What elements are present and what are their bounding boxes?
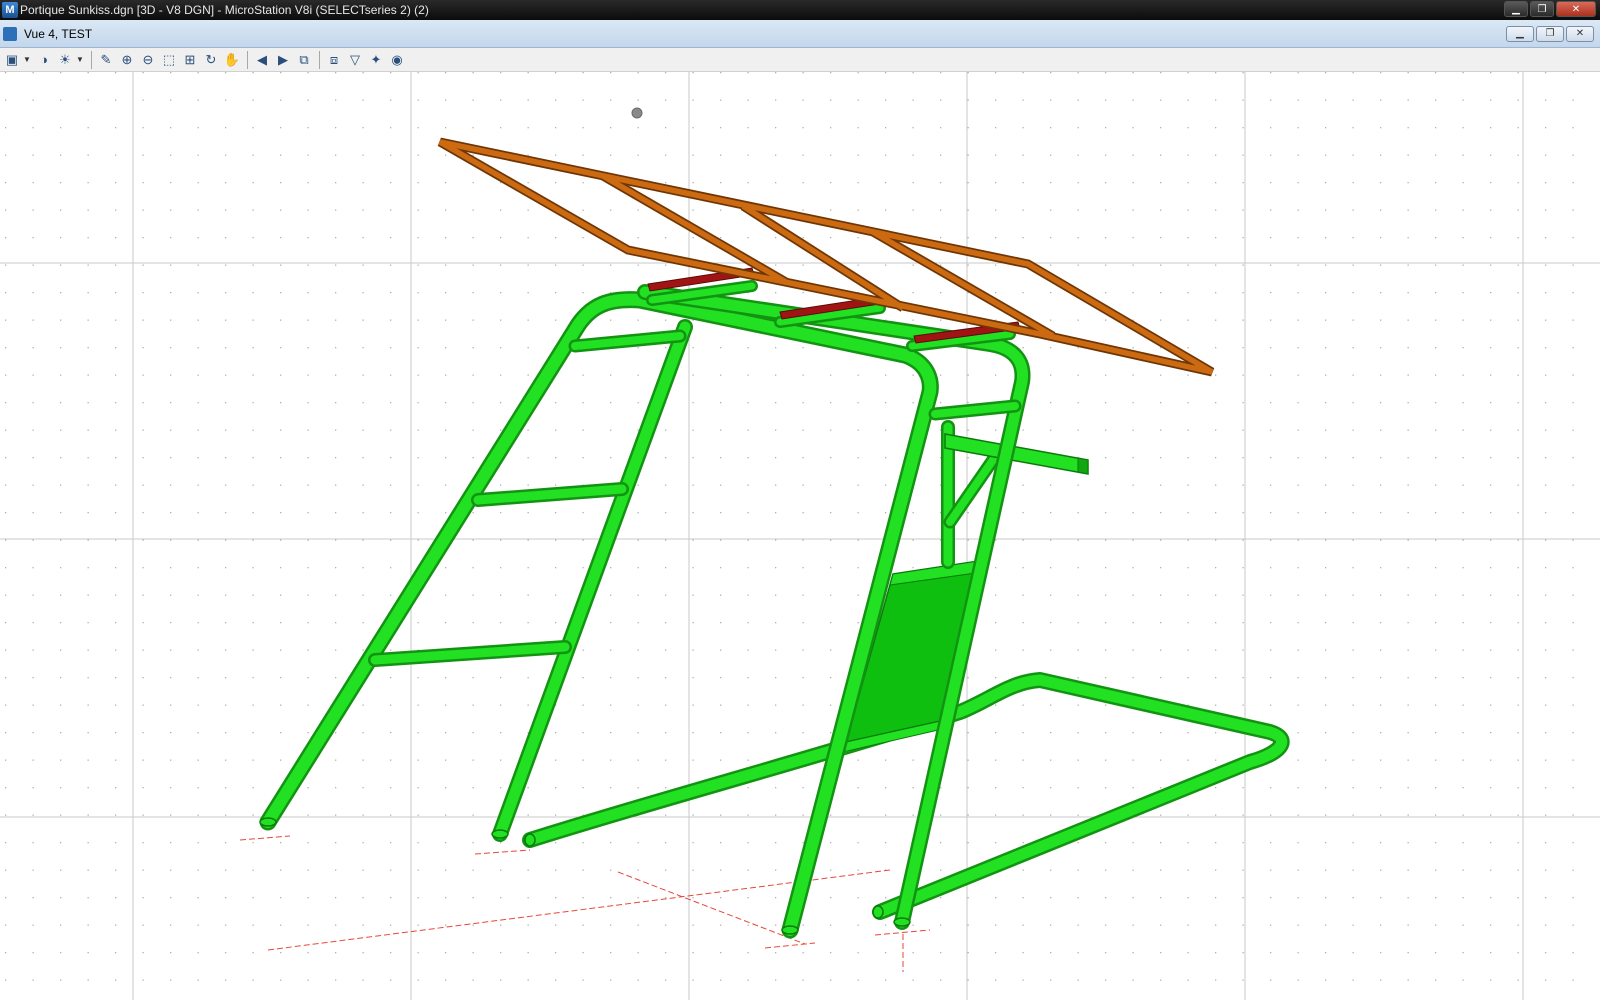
- view-next-icon[interactable]: ▶: [273, 50, 293, 70]
- drawing-viewport[interactable]: [0, 72, 1600, 1000]
- window-area-icon[interactable]: ⬚: [159, 50, 179, 70]
- display-style-icon[interactable]: ◑: [34, 50, 54, 70]
- view-window-controls: ▁ ❐ ✕: [1506, 26, 1594, 42]
- view-previous-icon[interactable]: ◀: [252, 50, 272, 70]
- view-minimize-icon[interactable]: ▁: [1506, 26, 1534, 42]
- toolbar-separator: [247, 50, 248, 69]
- tube-end-cap: [872, 905, 884, 919]
- view-close-icon[interactable]: ✕: [1566, 26, 1594, 42]
- lighting-icon[interactable]: ☀: [55, 50, 75, 70]
- clip-mask-icon[interactable]: ▽: [345, 50, 365, 70]
- toolbar-separator: [319, 50, 320, 69]
- view-title: Vue 4, TEST: [24, 27, 93, 41]
- tube-end-cap: [781, 925, 799, 935]
- app-titlebar: M Portique Sunkiss.dgn [3D - V8 DGN] - M…: [0, 0, 1600, 20]
- rotate-view-icon[interactable]: ↻: [201, 50, 221, 70]
- toolbar-separator: [91, 50, 92, 69]
- app-title: Portique Sunkiss.dgn [3D - V8 DGN] - Mic…: [20, 3, 429, 17]
- app-window-controls: ▁ ❐ ✕: [1504, 1, 1596, 17]
- cursor-dot: [631, 107, 643, 119]
- zoom-out-icon[interactable]: ⊖: [138, 50, 158, 70]
- chevron-down-icon[interactable]: ▼: [23, 55, 31, 64]
- update-view-icon[interactable]: ✎: [96, 50, 116, 70]
- render-icon[interactable]: ◉: [387, 50, 407, 70]
- tube-end-cap: [259, 817, 277, 827]
- view-titlebar: Vue 4, TEST ▁ ❐ ✕: [0, 20, 1600, 48]
- view-restore-icon[interactable]: ❐: [1536, 26, 1564, 42]
- camera-icon[interactable]: ✦: [366, 50, 386, 70]
- tube-end-cap: [491, 829, 509, 839]
- restore-icon[interactable]: ❐: [1530, 1, 1554, 17]
- view-attributes-icon[interactable]: ▣: [2, 50, 22, 70]
- microstation-logo-icon: M: [2, 2, 18, 18]
- chevron-down-icon[interactable]: ▼: [76, 55, 84, 64]
- clip-volume-icon[interactable]: ⧈: [324, 50, 344, 70]
- tube-end-cap: [524, 833, 536, 847]
- fit-view-icon[interactable]: ⊞: [180, 50, 200, 70]
- view-toolbar: ▣ ▼ ◑ ☀ ▼ ✎ ⊕ ⊖ ⬚ ⊞ ↻ ✋ ◀ ▶ ⧉ ⧈ ▽ ✦ ◉: [0, 48, 1600, 72]
- close-icon[interactable]: ✕: [1556, 1, 1596, 17]
- model-view[interactable]: [0, 72, 1600, 1000]
- view-window-icon: [3, 27, 17, 41]
- tube-end-cap: [893, 917, 911, 927]
- pan-view-icon[interactable]: ✋: [222, 50, 242, 70]
- copy-view-icon[interactable]: ⧉: [294, 50, 314, 70]
- side-arm-end: [1077, 457, 1089, 475]
- zoom-in-icon[interactable]: ⊕: [117, 50, 137, 70]
- minimize-icon[interactable]: ▁: [1504, 1, 1528, 17]
